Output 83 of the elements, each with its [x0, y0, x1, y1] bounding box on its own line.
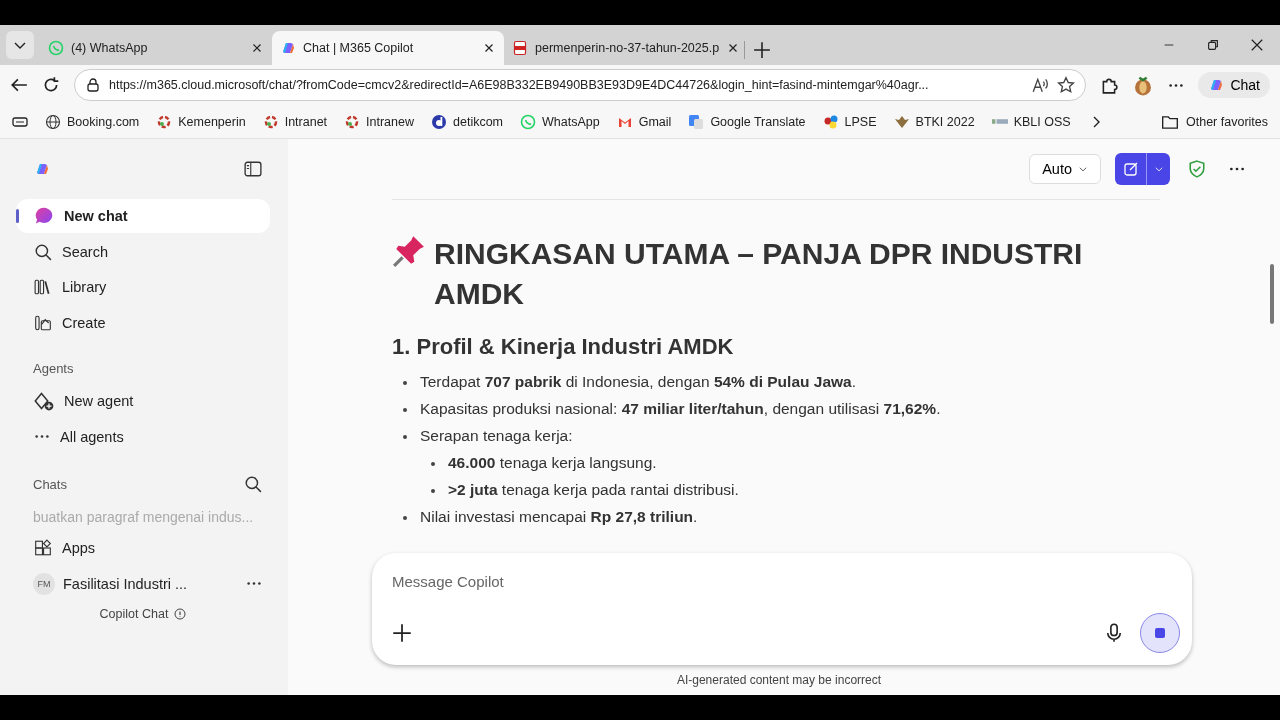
create-icon: [34, 313, 52, 332]
close-icon: [1250, 38, 1264, 52]
restore-icon: [1206, 38, 1220, 52]
compose-icon: [1122, 161, 1139, 177]
pdf-icon: [512, 40, 528, 56]
microphone-icon: [1104, 623, 1124, 643]
disclaimer-text: AI-generated content may be incorrect: [675, 673, 883, 687]
section-heading: Agents: [33, 361, 74, 376]
tab-actions-button[interactable]: [6, 31, 34, 59]
letter-d-icon: [431, 113, 447, 130]
copilot-chat-button[interactable]: Chat: [1198, 72, 1270, 98]
other-favorites-folder[interactable]: Other favorites: [1161, 112, 1268, 131]
sidebar-item[interactable]: Apps: [16, 531, 270, 565]
bookmark-link[interactable]: Kemenperin: [156, 113, 246, 130]
chat-bubble-icon: [34, 206, 54, 226]
section-heading: 1. Profil & Kinerja Industri AMDK: [392, 334, 735, 360]
bullet-text: >2 juta tenaga kerja pada rantai distribusi.: [448, 481, 739, 498]
bookmark-link[interactable]: BTKI 2022: [893, 113, 975, 130]
new-tab-icon: [753, 41, 771, 59]
dots-logo-icon: [822, 113, 839, 130]
browser-tab[interactable]: permenperin-no-37-tahun-2025.p: [504, 31, 736, 65]
sidebar-toggle-icon: [244, 160, 262, 178]
bookmark-link[interactable]: LPSE: [822, 113, 877, 130]
globe-icon: [45, 113, 61, 130]
bullet-text: 46.000 tenaga kerja langsung.: [448, 454, 657, 471]
translate-icon: [688, 113, 705, 130]
browser-tab[interactable]: (4) WhatsApp: [40, 31, 272, 65]
whatsapp-icon: [48, 40, 64, 56]
agent-add-icon: [34, 391, 54, 411]
stop-icon: [1152, 625, 1168, 641]
sidebar-item[interactable]: All agents: [16, 419, 270, 454]
puzzle-icon: [1100, 76, 1119, 94]
copilot-icon: [34, 161, 50, 177]
copilot-icon: [1208, 77, 1225, 93]
browser-tab[interactable]: Chat | M365 Copilot: [272, 31, 504, 65]
info-icon: [174, 607, 187, 620]
back-icon: [10, 76, 28, 94]
more-icon: [1168, 83, 1185, 87]
copilot-icon: [280, 40, 296, 56]
read-aloud-icon: [1031, 76, 1050, 94]
chevron-down-icon: [1153, 164, 1164, 174]
bookmark-link[interactable]: KBLI OSS: [991, 114, 1071, 129]
address-bar[interactable]: https://m365.cloud.microsoft/chat/?fromCode=cmcv2&redirectId=A6E98B332EB9490BB3E93D9E4DC44726&login_hint=fasind-mintemgar%40agr...: [74, 69, 1087, 101]
sidebar-item[interactable]: Search: [16, 234, 270, 269]
more-icon: [34, 435, 50, 438]
stop-button[interactable]: [1140, 613, 1180, 653]
bookmark-link[interactable]: detikcom: [431, 113, 504, 130]
apps-icon: [34, 539, 52, 557]
bookmark-link[interactable]: Intranew: [344, 113, 414, 130]
bookmark-link[interactable]: Booking.com: [45, 113, 140, 130]
bullet-text: Terdapat 707 pabrik di Indonesia, dengan 54% di Pulau Jawa.: [420, 373, 857, 390]
account-name[interactable]: Fasilitasi Industri ...: [63, 575, 238, 592]
bookmark-link[interactable]: Google Translate: [688, 113, 806, 130]
reload-icon: [42, 76, 60, 94]
message-input[interactable]: Message Copilot: [392, 567, 1180, 596]
star-icon: [1057, 76, 1076, 94]
bullet-text: Kapasitas produksi nasional: 47 miliar liter/tahun, dengan utilisasi 71,62%.: [420, 400, 941, 417]
add-icon: [392, 623, 412, 643]
mode-dropdown[interactable]: Auto: [1029, 154, 1101, 184]
scrollbar-thumb[interactable]: [1270, 264, 1274, 324]
search-icon: [34, 242, 52, 261]
more-icon: [246, 582, 262, 585]
bullet-text: Serapan tenaga kerja:: [420, 427, 573, 444]
lock-icon: [85, 77, 101, 93]
library-icon: [34, 278, 52, 296]
sidebar-item[interactable]: Library: [16, 270, 270, 304]
sidebar-item[interactable]: New chat: [16, 199, 270, 233]
pushpin-icon: [392, 234, 426, 268]
section-heading: Chats: [33, 476, 67, 492]
bullet-text: Nilai investasi mencapai Rp 27,8 triliun.: [420, 508, 698, 525]
whatsapp-icon: [520, 113, 537, 130]
search-icon: [244, 475, 262, 493]
avatar: FM: [33, 572, 55, 595]
bookmark-link[interactable]: Intranet: [262, 113, 328, 130]
response-title: RINGKASAN UTAMA – PANJA DPR INDUSTRI AMDK: [434, 236, 1084, 312]
footer-label: Copilot Chat: [99, 606, 169, 621]
new-chat-split-button[interactable]: [1115, 153, 1170, 185]
bookmark-link[interactable]: Gmail: [616, 113, 672, 130]
sidebar-item[interactable]: New agent: [16, 384, 270, 418]
stripe-icon: [991, 119, 1008, 124]
sidebar-item[interactable]: Create: [16, 305, 270, 340]
chevron-down-icon: [1078, 164, 1088, 174]
bookmark-link[interactable]: WhatsApp: [520, 113, 600, 130]
